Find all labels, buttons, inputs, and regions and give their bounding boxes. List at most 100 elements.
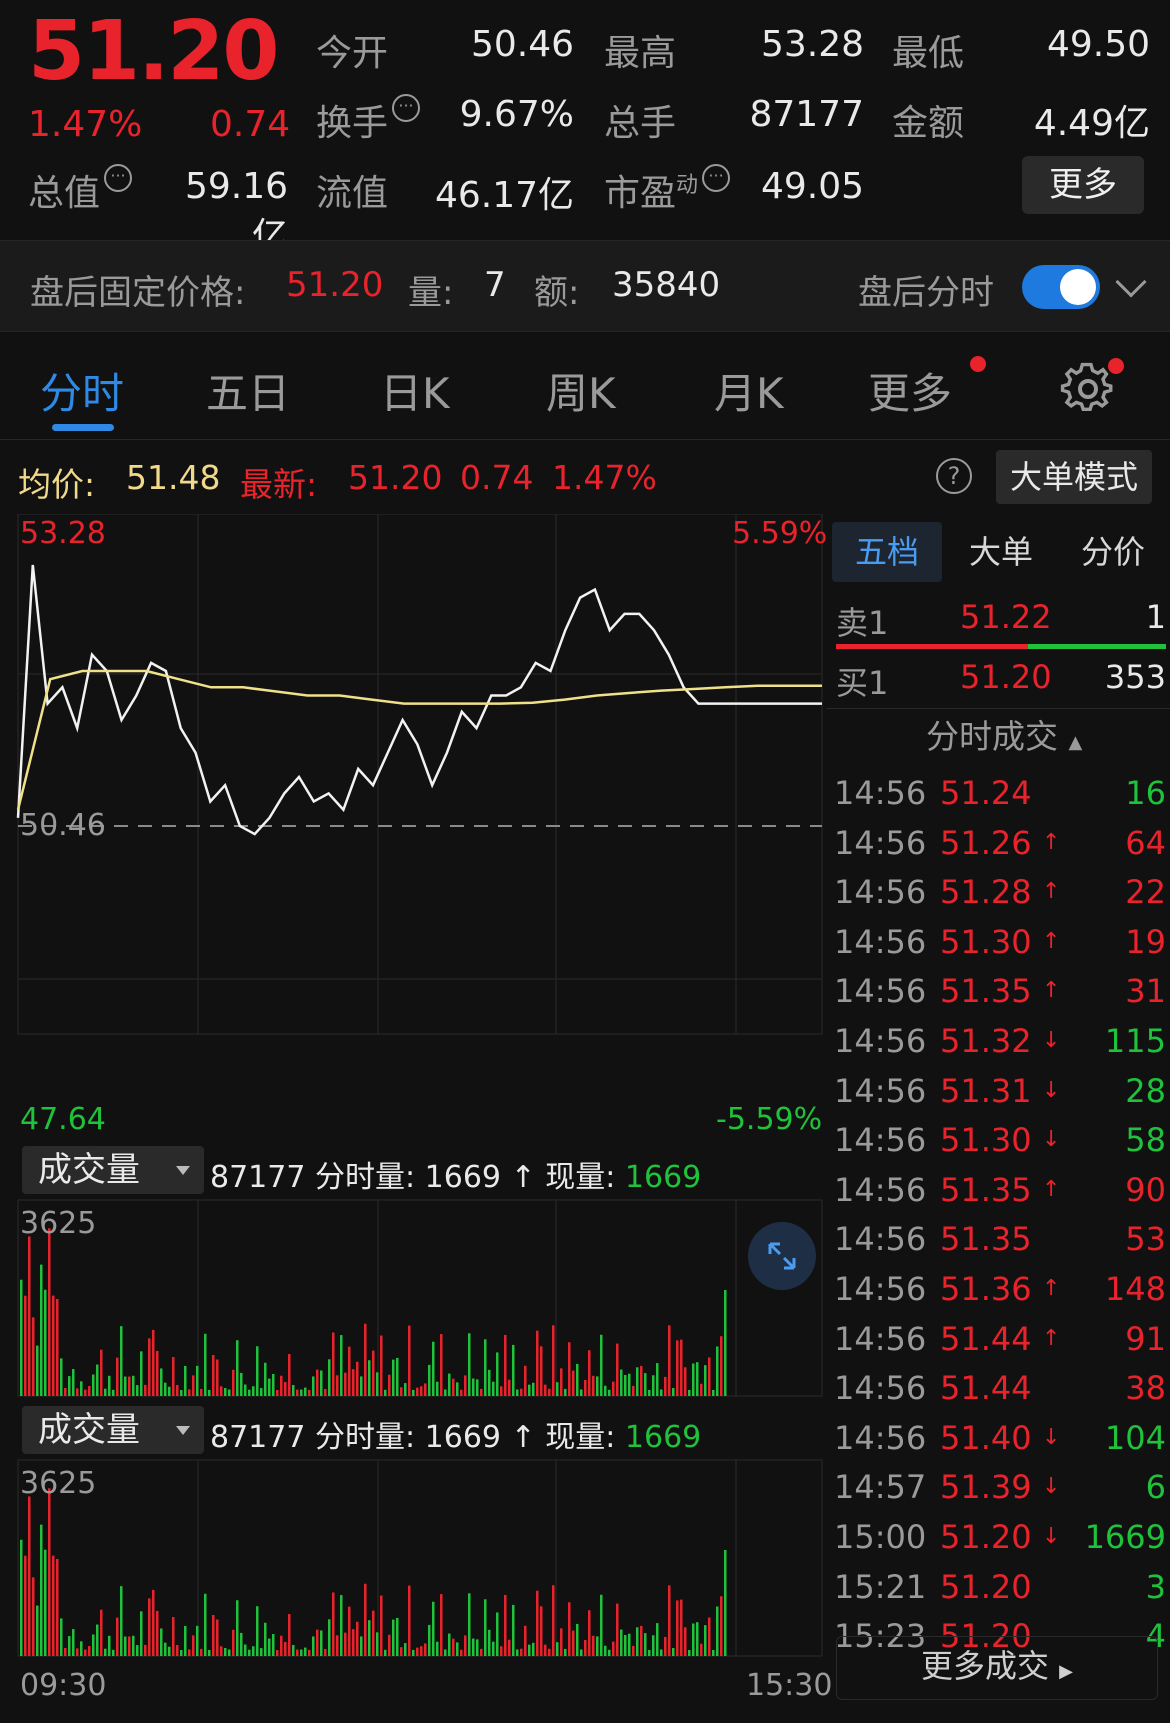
volume-bar	[488, 1629, 491, 1656]
more-info-icon[interactable]: ···	[392, 94, 421, 122]
sell-bar	[836, 644, 1028, 649]
tab-price-distribution[interactable]: 分价	[1058, 522, 1168, 582]
settings-gear-icon[interactable]	[1060, 362, 1116, 418]
volume-bar	[136, 1645, 139, 1656]
volume-bar	[356, 1621, 359, 1656]
volume-bar	[680, 1599, 683, 1656]
trade-time: 14:56	[834, 1319, 927, 1358]
volume-bar	[80, 1641, 83, 1656]
volume-bar	[244, 1384, 247, 1396]
volume-bar	[120, 1586, 123, 1656]
buy-bar	[1028, 644, 1166, 649]
more-button[interactable]: 更多	[1022, 156, 1144, 214]
volume-bar	[720, 1336, 723, 1396]
tab-intraday[interactable]: 分时	[40, 360, 124, 421]
trade-time: 15:00	[834, 1518, 927, 1556]
volume-bar	[368, 1620, 371, 1656]
volume-bar	[252, 1646, 255, 1656]
volume-bar	[128, 1376, 131, 1396]
volume-bar	[256, 1346, 259, 1396]
after-hours-bar: 盘后固定价格: 51.20 量: 7 额: 35840 盘后分时	[0, 240, 1170, 332]
chart-grid	[17, 514, 823, 1035]
float-label: 流值	[316, 173, 389, 214]
volume-indicator-select[interactable]: 成交量	[22, 1406, 204, 1454]
volume-bar	[508, 1379, 511, 1396]
volume-bar	[380, 1595, 383, 1656]
volume-bar	[448, 1633, 451, 1656]
volume-bar	[100, 1609, 103, 1656]
tab-five-levels[interactable]: 五档	[832, 522, 942, 582]
volume-bar	[716, 1346, 719, 1396]
volume-bar	[152, 1589, 155, 1656]
volume-max-label: 3625	[20, 1206, 97, 1241]
volume-bar	[376, 1632, 379, 1656]
volume-bar	[632, 1645, 635, 1656]
more-info-icon[interactable]: ···	[702, 164, 731, 192]
trade-row: 14:56 51.35 ↑ 31	[834, 970, 1166, 1018]
turnover-label[interactable]: 换手 ···	[316, 94, 421, 146]
more-info-icon[interactable]: ···	[104, 164, 133, 192]
volume-bar	[312, 1636, 315, 1656]
up-arrow: ↑	[510, 1160, 536, 1195]
volume-bar	[476, 1379, 479, 1396]
volume-bar	[684, 1627, 687, 1656]
volume-bar	[212, 1615, 215, 1656]
volume-bar	[348, 1346, 351, 1396]
tab-monthly-k[interactable]: 月K	[714, 360, 784, 421]
chevron-down-icon[interactable]	[1115, 266, 1147, 298]
dropdown-arrow-icon	[176, 1166, 190, 1175]
after-hours-toggle[interactable]	[1022, 265, 1100, 309]
trade-qty: 1669	[1084, 1518, 1166, 1556]
volume-bar	[464, 1375, 467, 1396]
tab-more[interactable]: 更多	[868, 360, 952, 421]
volume-bar	[40, 1524, 43, 1656]
big-order-mode-button[interactable]: 大单模式	[996, 450, 1152, 504]
float-value: 46.17亿	[434, 175, 574, 216]
volume-bar	[72, 1369, 75, 1396]
arrow-down-icon: ↓	[1042, 1127, 1061, 1153]
tab-daily-k[interactable]: 日K	[380, 360, 450, 421]
volume-bar	[148, 1598, 151, 1656]
volume-bar	[668, 1325, 671, 1396]
trade-qty: 58	[1125, 1121, 1166, 1160]
expand-chart-button[interactable]	[748, 1222, 816, 1290]
volume-indicator-select[interactable]: 成交量	[22, 1146, 204, 1194]
price-panel-border	[17, 514, 823, 1035]
help-icon[interactable]: ?	[936, 458, 972, 494]
volume-bar	[504, 1594, 507, 1656]
volume-bar	[84, 1389, 87, 1396]
volume-bar	[432, 1341, 435, 1396]
volume-bar	[560, 1628, 563, 1656]
trades-title[interactable]: 分时成交 ▲	[926, 710, 1082, 758]
low-value: 49.50	[1046, 24, 1150, 65]
volume-bar	[340, 1335, 343, 1396]
more-trades-button[interactable]: 更多成交 ▶	[836, 1636, 1158, 1700]
trade-row: 14:56 51.44 38	[834, 1367, 1166, 1415]
volume-bar	[184, 1365, 187, 1396]
mktcap-label[interactable]: 总值 ···	[28, 164, 133, 216]
volume-bar	[204, 1593, 207, 1656]
tab-five-day[interactable]: 五日	[206, 360, 290, 421]
volume-bar	[540, 1346, 543, 1396]
intraday-chart[interactable]	[0, 514, 826, 1723]
volume-bar	[256, 1606, 259, 1656]
volume-bar	[660, 1649, 663, 1656]
trade-time: 14:56	[834, 1270, 927, 1308]
volume-bar	[40, 1264, 43, 1396]
tab-big-orders[interactable]: 大单	[946, 522, 1056, 582]
volume-bar	[496, 1612, 499, 1656]
volume-bar	[248, 1389, 251, 1396]
volume-bar	[352, 1369, 355, 1396]
volume-bar	[564, 1648, 567, 1656]
volume-bar	[676, 1600, 679, 1656]
volume-bar	[468, 1593, 471, 1656]
pe-label[interactable]: 市盈动 ···	[604, 164, 731, 216]
trade-qty: 91	[1125, 1319, 1166, 1358]
volume-bar	[456, 1642, 459, 1656]
volume-bar	[80, 1381, 83, 1396]
volume-bar	[344, 1372, 347, 1396]
volume-max-label: 3625	[20, 1466, 97, 1501]
volume-bar	[552, 1325, 555, 1396]
volume-bar	[324, 1388, 327, 1396]
tab-weekly-k[interactable]: 周K	[546, 360, 616, 421]
